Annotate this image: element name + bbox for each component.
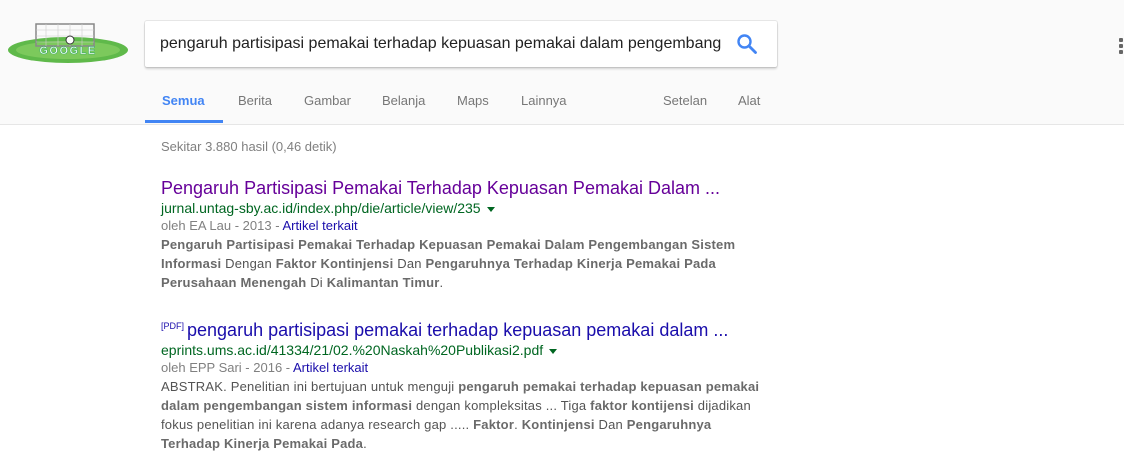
- snippet-text: Di: [306, 275, 327, 290]
- result-snippet: ABSTRAK. Penelitian ini bertujuan untuk …: [161, 377, 761, 453]
- result-url[interactable]: eprints.ums.ac.id/41334/21/02.%20Naskah%…: [161, 341, 781, 359]
- result-stats: Sekitar 3.880 hasil (0,46 detik): [161, 139, 337, 154]
- snippet-text: dengan kompleksitas ... Tiga: [412, 398, 591, 413]
- tab-maps[interactable]: Maps: [457, 82, 489, 124]
- search-result: Pengaruh Partisipasi Pemakai Terhadap Ke…: [161, 177, 781, 292]
- snippet-text: Dan: [594, 417, 627, 432]
- active-tab-indicator: [145, 120, 223, 123]
- snippet-text: .: [439, 275, 444, 290]
- related-articles-link[interactable]: Artikel terkait: [293, 360, 368, 375]
- google-doodle-logo[interactable]: GOOGLE: [6, 18, 130, 66]
- pdf-tag: [PDF]: [161, 321, 185, 331]
- related-articles-link[interactable]: Artikel terkait: [282, 218, 357, 233]
- snippet-highlight: Kalimantan Timur: [326, 275, 440, 290]
- search-result: [PDF] pengaruh partisipasi pemakai terhad…: [161, 315, 781, 453]
- result-url[interactable]: jurnal.untag-sby.ac.id/index.php/die/art…: [161, 199, 781, 217]
- result-meta: oleh EPP Sari - 2016 - Artikel terkait: [161, 359, 781, 377]
- search-box[interactable]: pengaruh partisipasi pemakai terhadap ke…: [145, 21, 777, 67]
- result-author-year: oleh EPP Sari - 2016 -: [161, 360, 294, 375]
- tab-alat[interactable]: Alat: [738, 82, 760, 124]
- logo-text: GOOGLE: [39, 45, 96, 57]
- tab-gambar[interactable]: Gambar: [304, 82, 351, 124]
- snippet-highlight: Faktor: [473, 417, 515, 432]
- result-url-text[interactable]: eprints.ums.ac.id/41334/21/02.%20Naskah%…: [161, 342, 543, 358]
- snippet-text: ABSTRAK. Penelitian ini bertujuan untuk …: [161, 379, 459, 394]
- tab-berita[interactable]: Berita: [238, 82, 272, 124]
- url-dropdown-arrow-icon[interactable]: [549, 348, 558, 354]
- result-url-text[interactable]: jurnal.untag-sby.ac.id/index.php/die/art…: [161, 200, 481, 216]
- snippet-text: Dengan: [221, 256, 276, 271]
- snippet-highlight: Kontinjensi: [521, 417, 595, 432]
- more-options-icon[interactable]: [1117, 38, 1124, 54]
- search-header: GOOGLE pengaruh partisipasi pemakai terh…: [0, 0, 1124, 125]
- result-snippet: Pengaruh Partisipasi Pemakai Terhadap Ke…: [161, 235, 761, 292]
- search-tabs: Semua Berita Gambar Belanja Maps Lainnya…: [0, 82, 1124, 124]
- snippet-text: Dan: [393, 256, 426, 271]
- result-title-link[interactable]: pengaruh partisipasi pemakai terhadap ke…: [187, 320, 728, 340]
- tab-lainnya[interactable]: Lainnya: [521, 82, 567, 124]
- result-author-year: oleh EA Lau - 2013 -: [161, 218, 283, 233]
- snippet-text: .: [363, 436, 367, 451]
- snippet-highlight: Faktor Kontinjensi: [275, 256, 394, 271]
- snippet-text: .: [514, 417, 522, 432]
- tab-semua[interactable]: Semua: [162, 82, 205, 124]
- result-title-row: [PDF] pengaruh partisipasi pemakai terhad…: [161, 315, 781, 341]
- result-title-link[interactable]: Pengaruh Partisipasi Pemakai Terhadap Ke…: [161, 177, 781, 199]
- tab-setelan[interactable]: Setelan: [663, 82, 707, 124]
- search-icon[interactable]: [735, 32, 759, 56]
- url-dropdown-arrow-icon[interactable]: [486, 206, 495, 212]
- search-input[interactable]: pengaruh partisipasi pemakai terhadap ke…: [160, 21, 725, 67]
- tab-belanja[interactable]: Belanja: [382, 82, 425, 124]
- snippet-highlight: faktor kontijensi: [590, 398, 694, 413]
- result-meta: oleh EA Lau - 2013 - Artikel terkait: [161, 217, 781, 235]
